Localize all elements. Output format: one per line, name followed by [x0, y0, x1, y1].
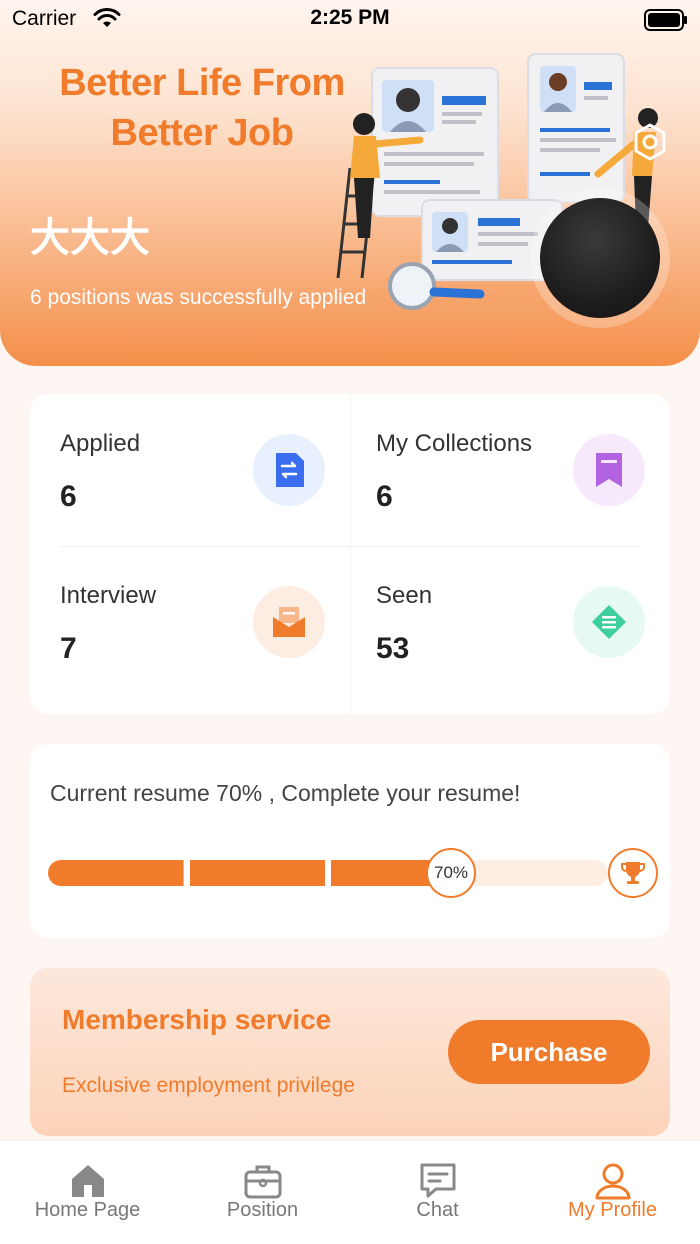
settings-icon[interactable] [630, 122, 670, 162]
purchase-button[interactable]: Purchase [448, 1020, 650, 1084]
stat-value: 53 [376, 632, 410, 665]
stat-applied[interactable]: Applied 6 [30, 394, 350, 546]
tab-label: Position [226, 1199, 299, 1221]
membership-card: Membership service Exclusive employment … [30, 968, 670, 1136]
swap-doc-icon [253, 434, 325, 506]
progress-badge: 70% [426, 848, 476, 898]
list-diamond-icon [573, 586, 645, 658]
slogan-line-1: Better Life From [59, 62, 345, 104]
tab-label: Chat [416, 1199, 459, 1221]
stats-card: Applied 6 My Collections 6 Interview 7 S… [30, 394, 670, 714]
membership-subtitle: Exclusive employment privilege [62, 1074, 355, 1097]
stat-label: Interview [60, 582, 157, 609]
profile-header: Carrier 2:25 PM Better Life From Better … [0, 0, 700, 366]
briefcase-icon [244, 1165, 281, 1199]
tab-position[interactable]: Position [175, 1141, 350, 1244]
stat-label: Applied [60, 430, 141, 457]
bookmark-icon [573, 434, 645, 506]
profile-icon [595, 1163, 630, 1200]
progress-segment [48, 860, 184, 886]
trophy-icon [608, 848, 658, 898]
stat-value: 6 [60, 480, 77, 513]
tab-label: My Profile [568, 1199, 657, 1221]
tab-home-page[interactable]: Home Page [0, 1141, 175, 1244]
avatar[interactable] [540, 198, 660, 318]
mail-icon [253, 586, 325, 658]
membership-title: Membership service [62, 1004, 332, 1035]
stat-value: 6 [376, 480, 393, 513]
bottom-tab-bar: Home Page Position Chat My Profile [0, 1140, 700, 1244]
stat-label: Seen [376, 582, 433, 609]
home-icon [71, 1165, 104, 1197]
applied-summary: 6 positions was successfully applied [30, 286, 367, 309]
user-name: 大大大 [30, 216, 150, 260]
resume-progress-card[interactable]: Current resume 70% , Complete your resum… [30, 744, 670, 938]
slogan-line-2: Better Job [110, 112, 294, 154]
resume-progress-text: Current resume 70% , Complete your resum… [50, 780, 521, 806]
progress-segment [189, 860, 325, 886]
stat-value: 7 [60, 632, 77, 665]
stat-seen[interactable]: Seen 53 [350, 546, 670, 698]
stat-label: My Collections [376, 430, 533, 457]
header-slogan: Better Life From Better Job [42, 58, 362, 158]
status-time: 2:25 PM [310, 6, 390, 29]
resume-progress-bar [48, 860, 608, 886]
battery-icon [644, 9, 687, 31]
tab-my-profile[interactable]: My Profile [525, 1141, 700, 1244]
chat-icon [420, 1163, 455, 1198]
progress-segment [472, 860, 608, 886]
stat-interview[interactable]: Interview 7 [30, 546, 350, 698]
stat-collections[interactable]: My Collections 6 [350, 394, 670, 546]
tab-label: Home Page [34, 1199, 141, 1221]
tab-chat[interactable]: Chat [350, 1141, 525, 1244]
status-bar: Carrier 2:25 PM [0, 0, 700, 40]
